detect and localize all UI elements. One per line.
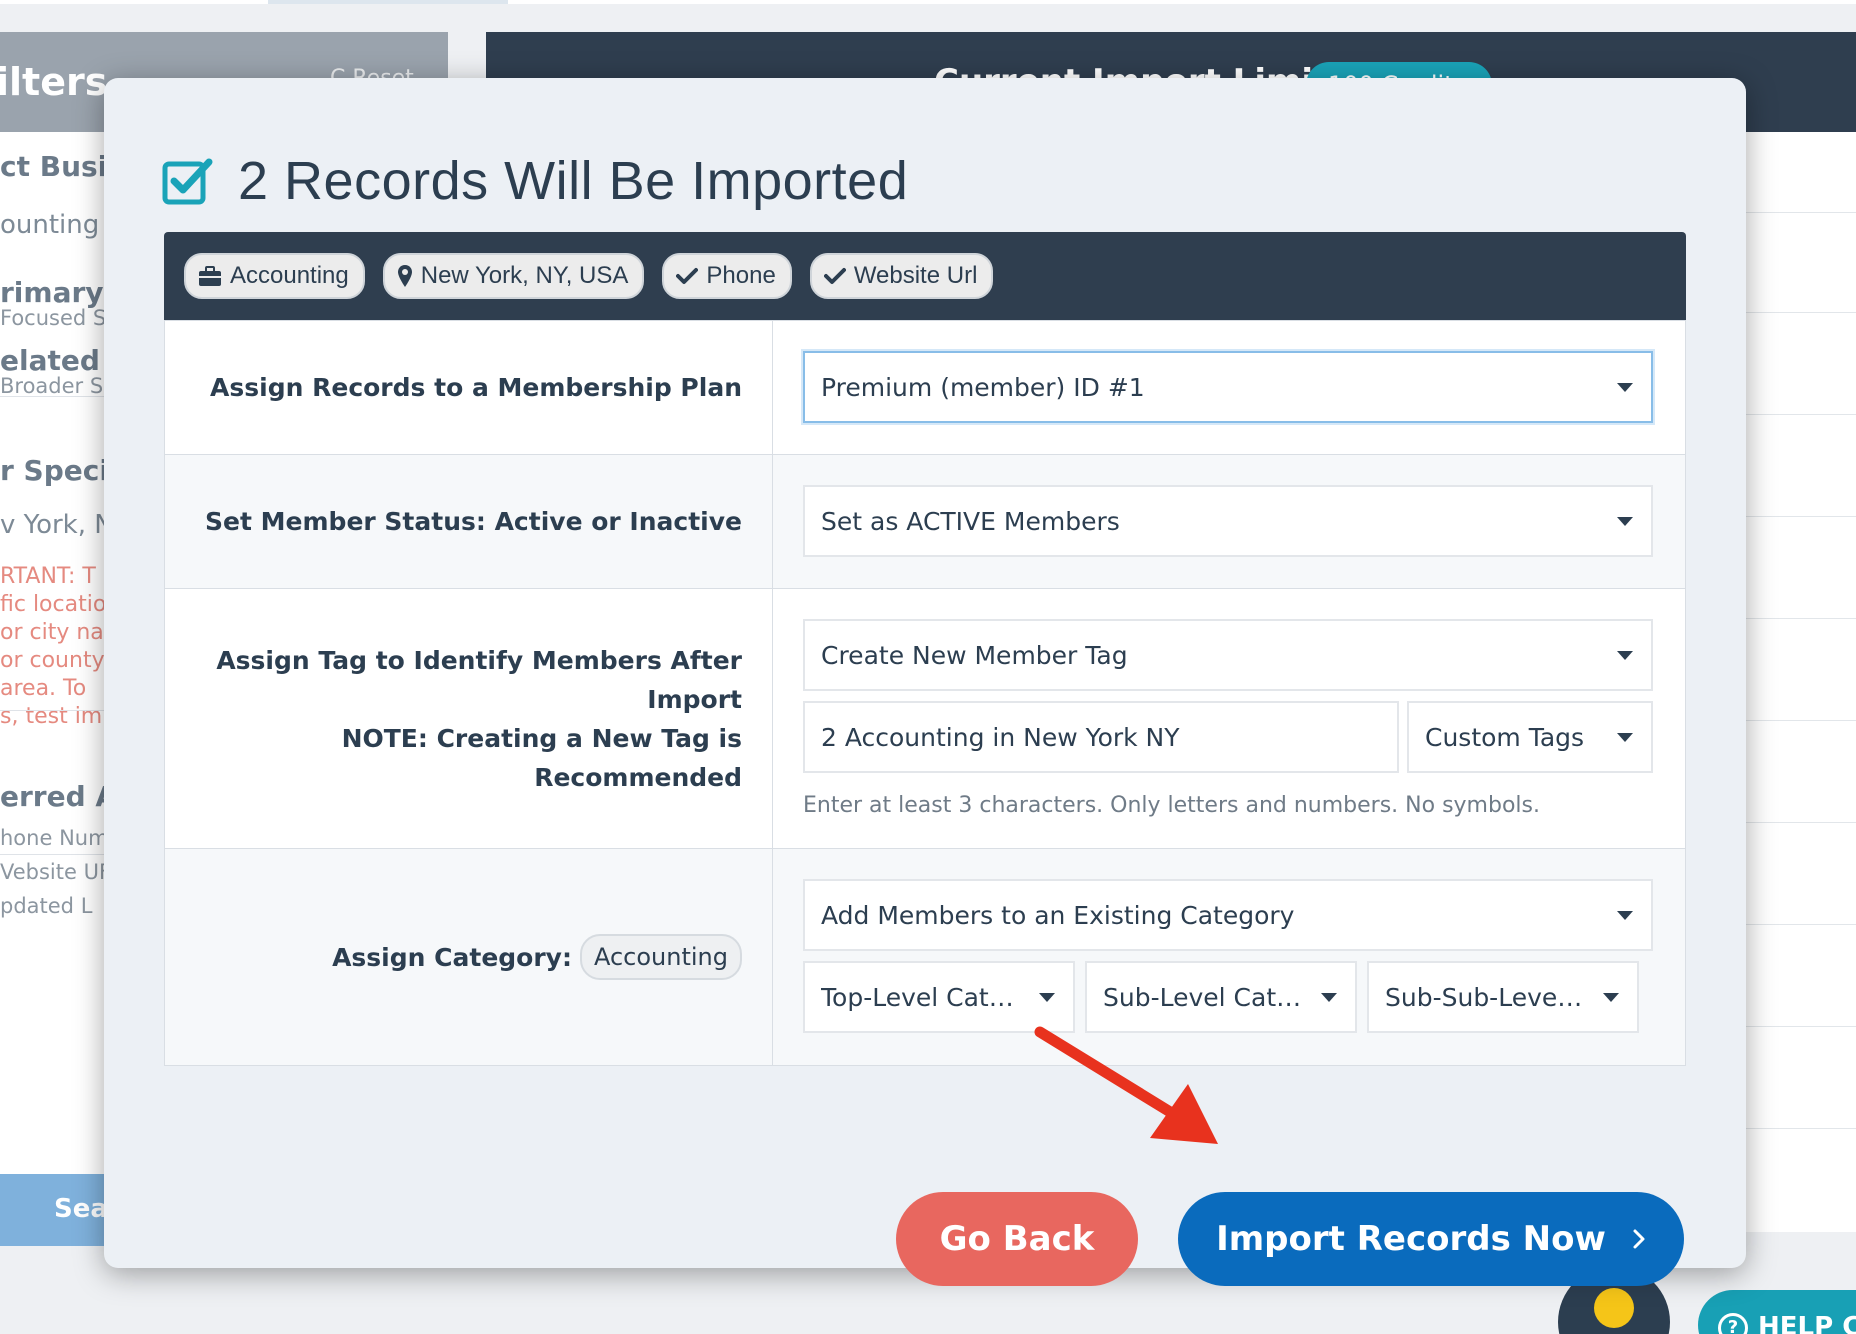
chevron-down-icon (1039, 993, 1055, 1002)
sub-sub-level-category-select[interactable]: Sub-Sub-Level ... (1367, 961, 1639, 1033)
member-tag-note-line: NOTE: Creating a New Tag is (341, 723, 742, 753)
filters-title: ilters (0, 60, 108, 104)
summary-pill-website: Website Url (809, 253, 994, 299)
sub-sub-level-category-value: Sub-Sub-Level ... (1385, 982, 1585, 1012)
category-mode-value: Add Members to an Existing Category (821, 900, 1295, 930)
active-tab-indicator (268, 0, 508, 4)
summary-pill-label: Accounting (230, 262, 349, 289)
summary-pill-phone: Phone (662, 253, 792, 299)
member-tag-help-text: Enter at least 3 characters. Only letter… (803, 793, 1540, 818)
chevron-right-icon (1633, 1229, 1645, 1249)
chevron-down-icon (1617, 651, 1633, 660)
member-tag-note-line: Recommended (534, 762, 742, 792)
import-settings-form: Assign Records to a Membership Plan Prem… (164, 320, 1686, 1066)
results-divider (1740, 1128, 1856, 1129)
member-status-label: Set Member Status: Active or Inactive (165, 455, 773, 588)
summary-pill-location: New York, NY, USA (382, 253, 645, 299)
category-pill: Accounting (579, 934, 742, 980)
import-records-label: Import Records Now (1216, 1219, 1606, 1259)
membership-plan-label: Assign Records to a Membership Plan (165, 321, 773, 454)
results-divider (1740, 414, 1856, 415)
results-divider (1740, 1026, 1856, 1027)
member-tag-row: Assign Tag to Identify Members After Imp… (165, 589, 1685, 849)
go-back-button[interactable]: Go Back (896, 1192, 1138, 1286)
sub-level-category-value: Sub-Level Cate... (1103, 982, 1303, 1012)
check-icon (676, 267, 699, 285)
results-divider (1740, 618, 1856, 619)
chevron-down-icon (1617, 911, 1633, 920)
results-divider (1740, 212, 1856, 213)
chevron-down-icon (1617, 733, 1633, 742)
member-tag-mode-value: Create New Member Tag (821, 640, 1128, 670)
question-icon: ? (1718, 1312, 1748, 1334)
briefcase-icon (198, 265, 222, 287)
membership-plan-value: Premium (member) ID #1 (821, 372, 1145, 402)
modal-header: 2 Records Will Be Imported (162, 146, 908, 216)
top-level-category-select[interactable]: Top-Level Cate... (803, 961, 1075, 1033)
member-status-row: Set Member Status: Active or Inactive Se… (165, 455, 1685, 589)
help-center-label: HELP C (1758, 1312, 1856, 1334)
summary-pill-label: Website Url (853, 262, 978, 289)
map-marker-icon (397, 264, 413, 288)
results-divider (1740, 312, 1856, 313)
top-level-category-value: Top-Level Cate... (821, 982, 1021, 1012)
member-tag-label-line: Import (647, 684, 742, 714)
tag-type-select[interactable]: Custom Tags (1407, 701, 1653, 773)
member-tag-mode-select[interactable]: Create New Member Tag (803, 619, 1653, 691)
sub-level-category-select[interactable]: Sub-Level Cate... (1085, 961, 1357, 1033)
top-nav-strip (0, 0, 1856, 4)
results-divider (1740, 822, 1856, 823)
lightbulb-icon (1594, 1288, 1634, 1328)
checkbox-checked-icon (162, 158, 213, 205)
membership-plan-row: Assign Records to a Membership Plan Prem… (165, 321, 1685, 455)
member-tag-label-line: Assign Tag to Identify Members After (216, 645, 742, 675)
member-tag-name-input[interactable] (803, 701, 1399, 773)
modal-title: 2 Records Will Be Imported (238, 151, 909, 211)
chevron-down-icon (1617, 383, 1633, 392)
category-mode-select[interactable]: Add Members to an Existing Category (803, 879, 1653, 951)
import-records-button[interactable]: Import Records Now (1178, 1192, 1684, 1286)
results-divider (1740, 516, 1856, 517)
check-icon (823, 267, 846, 285)
member-tag-label: Assign Tag to Identify Members After Imp… (165, 589, 773, 848)
import-summary-bar: Accounting New York, NY, USA Phone Websi… (164, 232, 1686, 320)
category-label-cell: Assign Category: Accounting (165, 849, 773, 1065)
results-divider (1740, 720, 1856, 721)
member-status-value: Set as ACTIVE Members (821, 506, 1120, 536)
summary-pill-label: New York, NY, USA (420, 262, 629, 289)
results-divider (1740, 924, 1856, 925)
membership-plan-select[interactable]: Premium (member) ID #1 (803, 351, 1653, 423)
chevron-down-icon (1617, 517, 1633, 526)
chevron-down-icon (1321, 993, 1337, 1002)
import-confirmation-modal: 2 Records Will Be Imported Accounting Ne… (104, 78, 1746, 1286)
category-row: Assign Category: Accounting Add Members … (165, 849, 1685, 1065)
help-center-button[interactable]: ? HELP C (1698, 1290, 1856, 1334)
tag-type-value: Custom Tags (1425, 722, 1585, 752)
results-list (1740, 132, 1856, 1232)
category-label: Assign Category: (332, 942, 572, 972)
chevron-down-icon (1603, 993, 1619, 1002)
summary-pill-category: Accounting (184, 253, 365, 299)
member-status-select[interactable]: Set as ACTIVE Members (803, 485, 1653, 557)
summary-pill-label: Phone (706, 262, 776, 289)
